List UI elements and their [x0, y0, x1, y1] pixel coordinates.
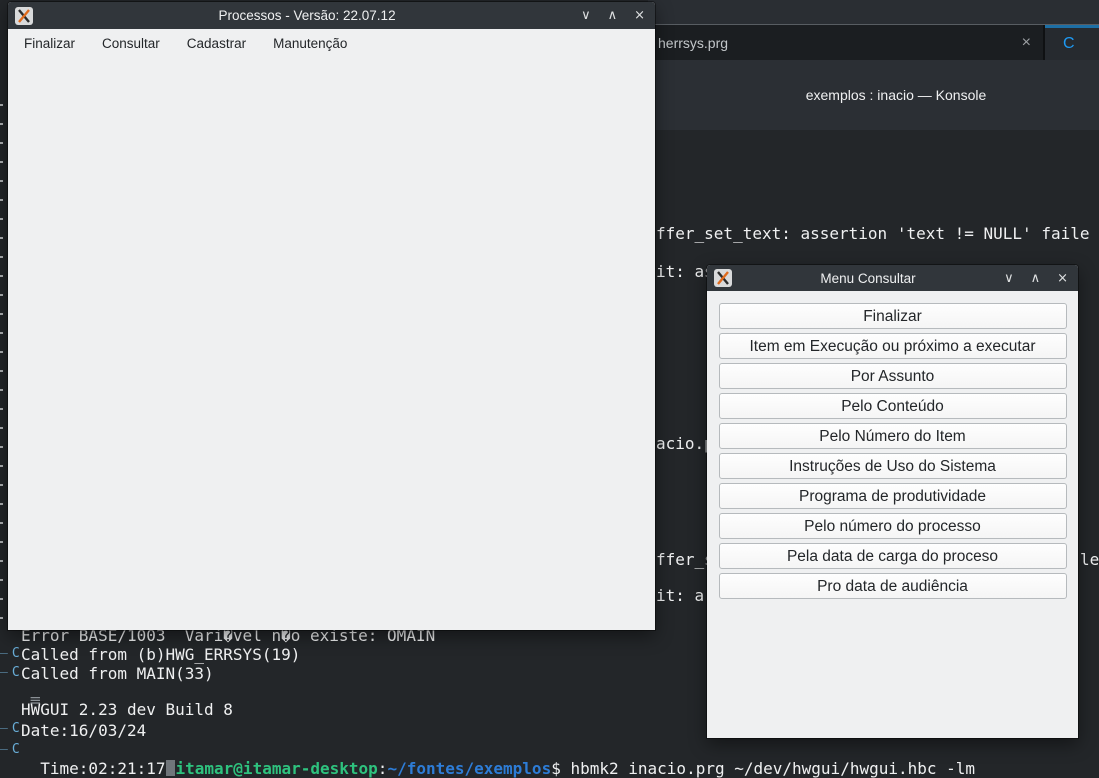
editor-window: herrsys.prg × C	[648, 0, 1099, 60]
processos-titlebar[interactable]: Processos - Versão: 22.07.12 ∨ ∧ ×	[8, 2, 655, 29]
maximize-icon[interactable]: ∧	[1031, 271, 1041, 286]
menu-cadastrar[interactable]: Cadastrar	[187, 36, 246, 51]
command-marker: –C	[0, 666, 20, 679]
tab-label: herrsys.prg	[658, 35, 728, 51]
menu-finalizar[interactable]: Finalizar	[24, 36, 75, 51]
prompt-dollar: $	[551, 759, 570, 778]
prompt-time: Time:02:21:17	[40, 759, 165, 778]
scroll-indicator-icon: ≡	[29, 693, 42, 708]
prompt-user-host: itamar@itamar-desktop	[176, 759, 378, 778]
menu-consultar-dialog: Menu Consultar ∨ ∧ × Finalizar Item em E…	[707, 265, 1078, 738]
dialog-titlebar[interactable]: Menu Consultar ∨ ∧ ×	[707, 265, 1078, 291]
marker-dash: –	[0, 721, 8, 736]
btn-pelo-numero-do-item[interactable]: Pelo Número do Item	[719, 423, 1067, 449]
processos-menubar: Finalizar Consultar Cadastrar Manutenção	[8, 29, 655, 58]
konsole-window-title: exemplos : inacio — Konsole	[761, 87, 987, 103]
close-icon[interactable]: ×	[1057, 271, 1068, 286]
btn-instrucoes-de-uso[interactable]: Instruções de Uso do Sistema	[719, 453, 1067, 479]
btn-finalizar[interactable]: Finalizar	[719, 303, 1067, 329]
tab-close-icon[interactable]: ×	[1022, 34, 1031, 52]
window-controls: ∨ ∧ ×	[581, 8, 645, 23]
dialog-body: Finalizar Item em Execução ou próximo a …	[707, 291, 1078, 599]
btn-por-assunto[interactable]: Por Assunto	[719, 363, 1067, 389]
command-marker: –C	[0, 647, 20, 660]
terminal-clipped-line-ticks	[0, 104, 3, 626]
terminal-fragment: acio.p	[656, 434, 714, 453]
prompt-colon: :	[378, 759, 388, 778]
marker-c-icon: C	[12, 742, 20, 757]
btn-programa-produtividade[interactable]: Programa de produtividade	[719, 483, 1067, 509]
prompt-command: hbmk2 inacio.prg ~/dev/hwgui/hwgui.hbc -…	[570, 759, 975, 778]
editor-titlebar-edge	[648, 0, 1099, 25]
tab-partial-active[interactable]: C	[1045, 25, 1099, 60]
terminal-output-line: Called from MAIN(33)	[21, 664, 214, 683]
prompt-path: ~/fontes/exemplos	[387, 759, 551, 778]
btn-item-em-execucao[interactable]: Item em Execução ou próximo a executar	[719, 333, 1067, 359]
terminal-output-line: HWGUI 2.23 dev Build 8	[21, 700, 233, 719]
window-controls: ∨ ∧ ×	[1004, 271, 1068, 286]
editor-tab-bar: herrsys.prg × C	[648, 25, 1099, 60]
dialog-title: Menu Consultar	[732, 271, 1004, 286]
terminal-fragment: it: a	[656, 586, 704, 605]
maximize-icon[interactable]: ∧	[608, 8, 618, 23]
marker-dash: –	[0, 742, 8, 757]
terminal-prompt-line[interactable]: Time:02:21:17 itamar@itamar-desktop:~/fon…	[21, 740, 975, 778]
marker-c-icon: C	[12, 665, 20, 680]
menu-manutencao[interactable]: Manutenção	[273, 36, 347, 51]
btn-pro-data-de-audiencia[interactable]: Pro data de audiência	[719, 573, 1067, 599]
terminal-fragment: ffer_s	[656, 550, 714, 569]
command-marker: –C	[0, 743, 20, 756]
terminal-fragment: le	[1080, 550, 1099, 569]
xterm-icon	[714, 269, 732, 287]
processos-client-area	[8, 58, 655, 630]
marker-c-icon: C	[12, 646, 20, 661]
marker-dash: –	[0, 646, 8, 661]
processos-window: Processos - Versão: 22.07.12 ∨ ∧ × Final…	[8, 2, 655, 630]
xterm-icon	[15, 7, 33, 25]
close-icon[interactable]: ×	[634, 8, 645, 23]
command-marker: –C	[0, 722, 20, 735]
btn-pelo-numero-do-processo[interactable]: Pelo número do processo	[719, 513, 1067, 539]
terminal-fragment: it: as	[656, 262, 714, 281]
terminal-cursor	[166, 760, 175, 776]
tab-active-label: C	[1063, 35, 1075, 53]
tab-herrsys-prg[interactable]: herrsys.prg ×	[648, 25, 1045, 60]
marker-dash: –	[0, 665, 8, 680]
terminal-fragment: ffer_set_text: assertion 'text != NULL' …	[656, 224, 1089, 243]
menu-consultar[interactable]: Consultar	[102, 36, 160, 51]
terminal-output-line: Called from (b)HWG_ERRSYS(19)	[21, 645, 300, 664]
marker-c-icon: C	[12, 721, 20, 736]
btn-pelo-conteudo[interactable]: Pelo Conteúdo	[719, 393, 1067, 419]
konsole-titlebar[interactable]: exemplos : inacio — Konsole	[648, 60, 1099, 130]
minimize-icon[interactable]: ∨	[1004, 271, 1014, 286]
terminal-output-line: Date:16/03/24	[21, 721, 146, 740]
window-title: Processos - Versão: 22.07.12	[33, 8, 581, 23]
btn-pela-data-de-carga[interactable]: Pela data de carga do proceso	[719, 543, 1067, 569]
minimize-icon[interactable]: ∨	[581, 8, 591, 23]
